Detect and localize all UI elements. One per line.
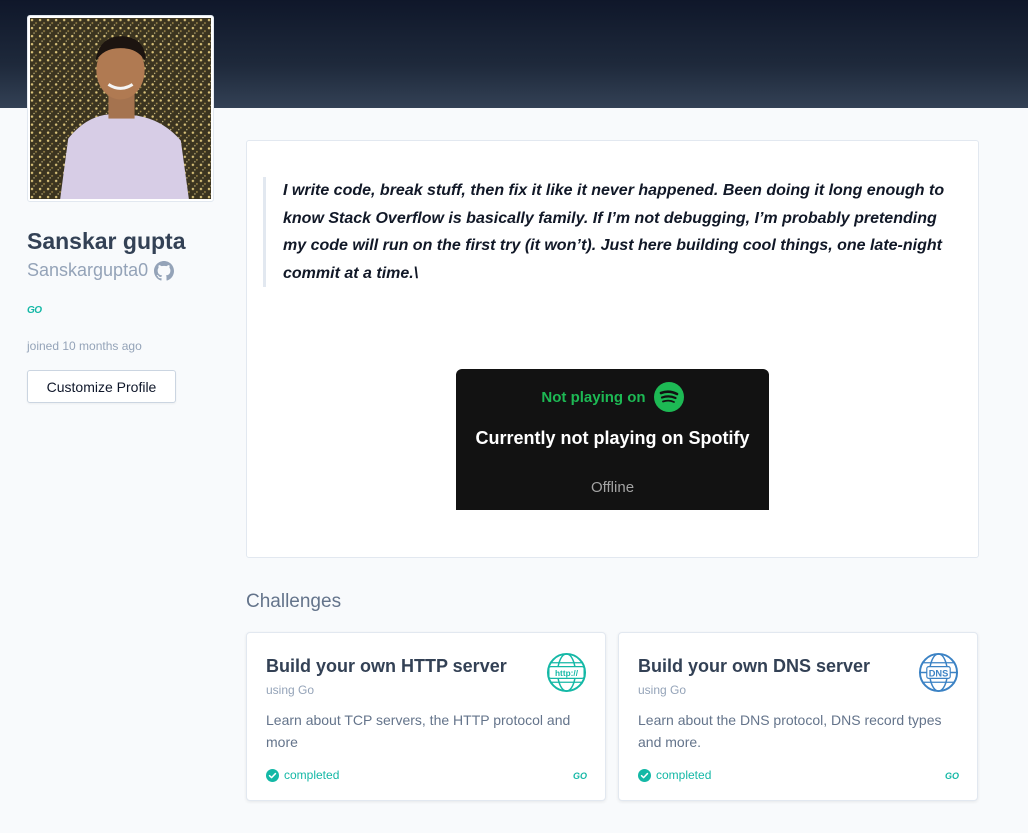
- challenge-status: completed: [266, 768, 339, 782]
- bio-text: I write code, break stuff, then fix it l…: [263, 177, 953, 287]
- challenge-card-dns[interactable]: Build your own DNS server using Go DNS L…: [618, 632, 978, 801]
- check-circle-icon: [638, 768, 651, 782]
- http-icon-label: http://: [555, 668, 579, 678]
- spotify-title: Currently not playing on Spotify: [475, 428, 750, 448]
- go-language-icon: GO: [572, 771, 587, 781]
- bio-card: I write code, break stuff, then fix it l…: [246, 140, 979, 558]
- dns-icon-label: DNS: [929, 668, 949, 678]
- avatar: [27, 15, 214, 202]
- challenge-description: Learn about TCP servers, the HTTP protoc…: [266, 712, 571, 750]
- go-language-icon: GO: [944, 771, 959, 781]
- joined-date: joined 10 months ago: [27, 339, 142, 353]
- spotify-header: Not playing on: [456, 382, 769, 412]
- challenge-language: using Go: [638, 683, 687, 697]
- spotify-subtitle: Offline: [590, 479, 635, 496]
- challenge-title[interactable]: Build your own DNS server: [638, 656, 870, 677]
- profile-name: Sanskar gupta: [27, 228, 186, 254]
- dns-globe-icon: DNS: [918, 652, 959, 693]
- challenge-description: Learn about the DNS protocol, DNS record…: [638, 712, 942, 750]
- challenge-status-text: completed: [284, 768, 340, 782]
- challenge-status-text: completed: [656, 768, 712, 782]
- customize-profile-button[interactable]: Customize Profile: [27, 370, 176, 403]
- http-globe-icon: http://: [546, 652, 587, 693]
- profile-username[interactable]: Sanskargupta0: [27, 260, 175, 281]
- challenge-status: completed: [638, 768, 711, 782]
- spotify-widget[interactable]: Not playing on Currently not playing on …: [456, 369, 769, 510]
- challenge-title[interactable]: Build your own HTTP server: [266, 656, 507, 677]
- username-text[interactable]: Sanskargupta0: [27, 260, 148, 281]
- github-icon[interactable]: [154, 260, 175, 281]
- spotify-status: Not playing on: [541, 388, 646, 406]
- challenge-language: using Go: [266, 683, 315, 697]
- challenge-card-http[interactable]: Build your own HTTP server using Go http…: [246, 632, 606, 801]
- challenges-heading: Challenges: [246, 591, 342, 612]
- spotify-icon: [653, 382, 684, 412]
- check-circle-icon: [266, 768, 279, 782]
- language-badge-go: GO: [27, 305, 42, 316]
